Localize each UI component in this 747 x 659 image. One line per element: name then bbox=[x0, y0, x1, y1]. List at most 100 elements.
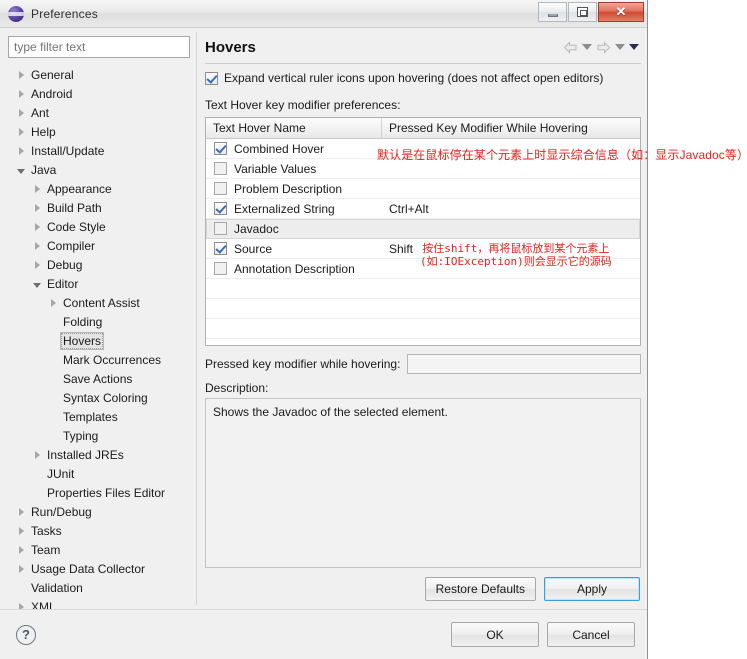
table-row[interactable]: Combined Hover bbox=[206, 139, 640, 159]
sidebar-item-code-style[interactable]: Code Style bbox=[8, 218, 190, 237]
chevron-right-icon[interactable] bbox=[14, 546, 28, 555]
sidebar-item-ant[interactable]: Ant bbox=[8, 104, 190, 123]
chevron-right-icon[interactable] bbox=[30, 242, 44, 251]
hover-enable-checkbox[interactable] bbox=[214, 162, 227, 175]
chevron-right-icon[interactable] bbox=[14, 128, 28, 137]
sidebar-item-general[interactable]: General bbox=[8, 66, 190, 85]
close-button[interactable]: ✕ bbox=[598, 2, 644, 22]
table-row[interactable]: Variable Values bbox=[206, 159, 640, 179]
chevron-right-icon[interactable] bbox=[14, 508, 28, 517]
chevron-right-icon[interactable] bbox=[14, 109, 28, 118]
sidebar-item-xml[interactable]: XML bbox=[8, 598, 190, 609]
sidebar-item-install-update[interactable]: Install/Update bbox=[8, 142, 190, 161]
sidebar-item-help[interactable]: Help bbox=[8, 123, 190, 142]
sidebar-item-properties-files-editor[interactable]: Properties Files Editor bbox=[8, 484, 190, 503]
sidebar-item-syntax-coloring[interactable]: Syntax Coloring bbox=[8, 389, 190, 408]
chevron-right-icon[interactable] bbox=[14, 90, 28, 99]
expand-ruler-row[interactable]: Expand vertical ruler icons upon hoverin… bbox=[205, 71, 641, 85]
sidebar-item-label: Save Actions bbox=[63, 372, 133, 387]
sidebar-item-hovers[interactable]: Hovers bbox=[8, 332, 190, 351]
sidebar-item-team[interactable]: Team bbox=[8, 541, 190, 560]
modifier-field-label: Pressed key modifier while hovering: bbox=[205, 357, 401, 371]
hover-enable-checkbox[interactable] bbox=[214, 222, 227, 235]
restore-button[interactable] bbox=[568, 2, 597, 22]
table-row[interactable]: Problem Description bbox=[206, 179, 640, 199]
sidebar-item-label: Install/Update bbox=[31, 144, 105, 159]
sidebar-item-typing[interactable]: Typing bbox=[8, 427, 190, 446]
chevron-right-icon[interactable] bbox=[46, 299, 60, 308]
cancel-button[interactable]: Cancel bbox=[547, 622, 635, 647]
table-header: Text Hover Name Pressed Key Modifier Whi… bbox=[206, 118, 640, 139]
sidebar-item-run-debug[interactable]: Run/Debug bbox=[8, 503, 190, 522]
chevron-right-icon[interactable] bbox=[30, 261, 44, 270]
column-header-name[interactable]: Text Hover Name bbox=[206, 118, 382, 138]
ok-button[interactable]: OK bbox=[451, 622, 539, 647]
sidebar-item-label: Tasks bbox=[31, 524, 62, 539]
hover-name-label: Javadoc bbox=[234, 221, 279, 236]
hover-enable-checkbox[interactable] bbox=[214, 202, 227, 215]
sidebar-item-folding[interactable]: Folding bbox=[8, 313, 190, 332]
sidebar-item-build-path[interactable]: Build Path bbox=[8, 199, 190, 218]
forward-dropdown-icon[interactable] bbox=[615, 44, 625, 50]
preferences-tree[interactable]: General Android Ant Help Install/Update Java A… bbox=[8, 63, 190, 609]
chevron-down-icon[interactable] bbox=[14, 167, 28, 174]
chevron-right-icon[interactable] bbox=[30, 223, 44, 232]
chevron-right-icon[interactable] bbox=[14, 71, 28, 80]
page-title: Hovers bbox=[205, 38, 256, 56]
screen: Preferences ✕ General Android Ant Help Insta… bbox=[0, 0, 747, 659]
sidebar-item-android[interactable]: Android bbox=[8, 85, 190, 104]
table-row[interactable]: Source Shift bbox=[206, 239, 640, 259]
hover-name-cell: Externalized String bbox=[206, 202, 382, 216]
apply-button[interactable]: Apply bbox=[544, 577, 640, 601]
chevron-right-icon[interactable] bbox=[30, 204, 44, 213]
forward-arrow-icon[interactable] bbox=[596, 40, 611, 54]
table-row[interactable]: Annotation Description bbox=[206, 259, 640, 279]
sidebar-item-debug[interactable]: Debug bbox=[8, 256, 190, 275]
sidebar-item-templates[interactable]: Templates bbox=[8, 408, 190, 427]
column-header-modifier[interactable]: Pressed Key Modifier While Hovering bbox=[382, 118, 640, 138]
sidebar-item-compiler[interactable]: Compiler bbox=[8, 237, 190, 256]
sidebar-item-mark-occurrences[interactable]: Mark Occurrences bbox=[8, 351, 190, 370]
sidebar-item-editor[interactable]: Editor bbox=[8, 275, 190, 294]
back-arrow-icon[interactable] bbox=[563, 40, 578, 54]
chevron-right-icon[interactable] bbox=[14, 147, 28, 156]
sidebar-item-save-actions[interactable]: Save Actions bbox=[8, 370, 190, 389]
hover-enable-checkbox[interactable] bbox=[214, 242, 227, 255]
hover-modifier-cell[interactable]: Shift bbox=[382, 242, 640, 256]
hover-name-label: Annotation Description bbox=[234, 261, 355, 276]
table-row[interactable]: Javadoc bbox=[206, 219, 640, 239]
sidebar-item-java[interactable]: Java bbox=[8, 161, 190, 180]
chevron-right-icon[interactable] bbox=[30, 451, 44, 460]
chevron-right-icon[interactable] bbox=[14, 565, 28, 574]
sidebar-item-validation[interactable]: Validation bbox=[8, 579, 190, 598]
sidebar-item-label: Compiler bbox=[47, 239, 96, 254]
dialog-body: General Android Ant Help Install/Update Java A… bbox=[0, 28, 647, 609]
filter-input[interactable] bbox=[8, 36, 190, 58]
sidebar-item-installed-jres[interactable]: Installed JREs bbox=[8, 446, 190, 465]
hover-enable-checkbox[interactable] bbox=[214, 142, 227, 155]
sidebar-item-tasks[interactable]: Tasks bbox=[8, 522, 190, 541]
hover-enable-checkbox[interactable] bbox=[214, 262, 227, 275]
help-icon[interactable]: ? bbox=[16, 624, 36, 645]
hover-enable-checkbox[interactable] bbox=[214, 182, 227, 195]
sidebar-item-junit[interactable]: JUnit bbox=[8, 465, 190, 484]
view-menu-icon[interactable] bbox=[629, 44, 639, 50]
minimize-button[interactable] bbox=[538, 2, 567, 22]
sidebar-item-appearance[interactable]: Appearance bbox=[8, 180, 190, 199]
table-row[interactable]: Externalized String Ctrl+Alt bbox=[206, 199, 640, 219]
chevron-right-icon[interactable] bbox=[14, 603, 28, 609]
expand-ruler-checkbox[interactable] bbox=[205, 71, 218, 85]
sidebar-item-content-assist[interactable]: Content Assist bbox=[8, 294, 190, 313]
hover-modifier-cell[interactable]: Ctrl+Alt bbox=[382, 202, 640, 216]
sidebar-item-usage-data-collector[interactable]: Usage Data Collector bbox=[8, 560, 190, 579]
chevron-right-icon[interactable] bbox=[30, 185, 44, 194]
sidebar-item-label: Java bbox=[31, 163, 57, 178]
hover-table[interactable]: Text Hover Name Pressed Key Modifier Whi… bbox=[205, 117, 641, 346]
back-dropdown-icon[interactable] bbox=[582, 44, 592, 50]
sidebar-item-label: Run/Debug bbox=[31, 505, 92, 520]
modifier-input[interactable] bbox=[407, 354, 641, 374]
chevron-right-icon[interactable] bbox=[14, 527, 28, 536]
chevron-down-icon[interactable] bbox=[30, 281, 44, 288]
restore-defaults-button[interactable]: Restore Defaults bbox=[424, 577, 536, 601]
sidebar-item-label: Help bbox=[31, 125, 56, 140]
